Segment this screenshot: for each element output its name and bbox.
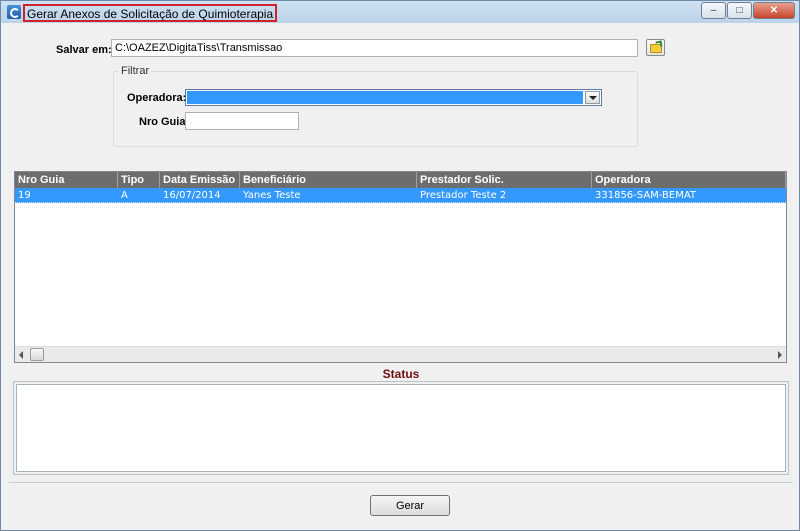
gerar-button[interactable]: Gerar: [370, 495, 450, 516]
window-title: Gerar Anexos de Solicitação de Quimioter…: [23, 4, 278, 22]
browse-folder-button[interactable]: [646, 39, 665, 56]
operadora-label: Operadora:: [127, 92, 187, 104]
nro-guia-input[interactable]: [185, 112, 299, 130]
window-controls: – □ ✕: [700, 2, 795, 19]
horizontal-scrollbar[interactable]: [15, 346, 786, 362]
scroll-thumb[interactable]: [30, 348, 44, 361]
filtrar-legend: Filtrar: [119, 65, 152, 77]
salvar-em-input[interactable]: C:\OAZEZ\DigitaTiss\Transmissao: [111, 39, 638, 57]
table-row[interactable]: 19 A 16/07/2014 Yanes Teste Prestador Te…: [15, 188, 786, 203]
operadora-select[interactable]: [185, 89, 602, 106]
cell-operadora: 331856-SAM-BEMAT: [595, 190, 697, 201]
status-title: Status: [382, 367, 420, 381]
close-button[interactable]: ✕: [753, 2, 795, 19]
cell-nro-guia: 19: [18, 190, 31, 201]
cell-data-emissao: 16/07/2014: [163, 190, 221, 201]
arrow-icon: [655, 40, 663, 48]
salvar-em-label: Salvar em:: [56, 44, 112, 56]
status-text-area[interactable]: [16, 384, 786, 472]
divider: [9, 482, 793, 483]
cell-beneficiario: Yanes Teste: [243, 190, 301, 201]
operadora-selected-value: [187, 91, 583, 104]
column-header-prestador-solic[interactable]: Prestador Solic.: [417, 172, 592, 188]
main-window: Gerar Anexos de Solicitação de Quimioter…: [0, 0, 800, 531]
nro-guia-label: Nro Guia:: [139, 116, 190, 128]
chevron-down-icon[interactable]: [585, 91, 600, 104]
cell-prestador-solic: Prestador Teste 2: [420, 190, 507, 201]
maximize-button[interactable]: □: [727, 2, 752, 19]
title-bar[interactable]: Gerar Anexos de Solicitação de Quimioter…: [1, 1, 799, 23]
status-panel: [13, 381, 789, 475]
app-icon: [7, 5, 21, 19]
scroll-left-icon[interactable]: [19, 351, 23, 359]
filtrar-group: [113, 71, 638, 147]
guias-grid[interactable]: Nro Guia Tipo Data Emissão Beneficiário …: [14, 171, 787, 363]
column-header-nro-guia[interactable]: Nro Guia: [15, 172, 118, 188]
minimize-button[interactable]: –: [701, 2, 726, 19]
column-header-beneficiario[interactable]: Beneficiário: [240, 172, 417, 188]
cell-tipo: A: [121, 190, 128, 201]
column-header-operadora[interactable]: Operadora: [592, 172, 786, 188]
scroll-right-icon[interactable]: [778, 351, 782, 359]
grid-header: Nro Guia Tipo Data Emissão Beneficiário …: [15, 172, 786, 188]
column-header-tipo[interactable]: Tipo: [118, 172, 160, 188]
column-header-data-emissao[interactable]: Data Emissão: [160, 172, 240, 188]
